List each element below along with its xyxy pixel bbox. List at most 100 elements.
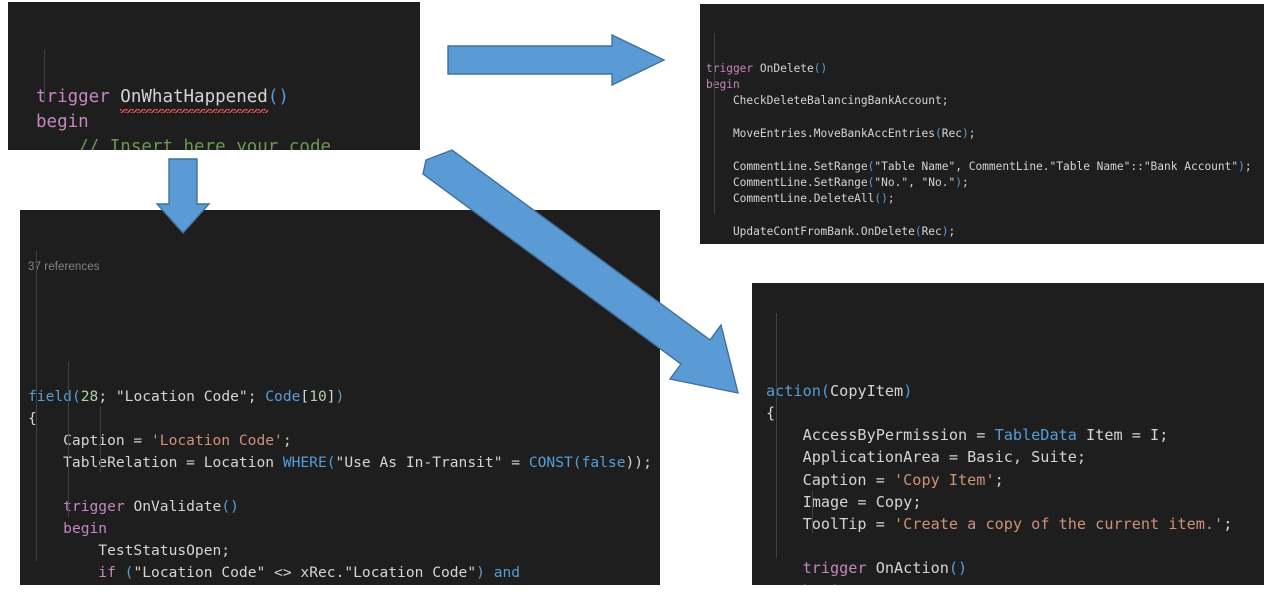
code-token: 'Location Code' <box>151 431 283 449</box>
code-line: CommentLine.DeleteAll(); <box>706 191 1264 207</box>
code-block-location-code: field(28; "Location Code"; Code[10]){ Ca… <box>28 386 660 585</box>
code-token: ) <box>335 387 345 405</box>
code-line: if ("Location Code" <> xRec."Location Co… <box>28 562 660 584</box>
code-token: MoveEntries.MoveBankAccEntries <box>706 127 936 141</box>
code-token: () <box>874 192 888 206</box>
code-token: ( <box>267 87 279 107</box>
code-line: (xRec."Sell-to Customer No." = "Sell-to … <box>28 585 660 586</box>
code-token: ( <box>572 453 582 471</box>
code-panel-trigger-ondelete[interactable]: trigger OnDelete() begin CheckDeleteBalan… <box>700 4 1264 244</box>
code-token: action <box>766 381 821 400</box>
code-line: action(CopyItem) <box>766 380 1264 402</box>
code-token: TestStatusOpen <box>28 542 222 560</box>
code-token: if <box>98 564 116 582</box>
code-token: ; <box>941 94 949 108</box>
code-token: WHERE <box>282 453 327 471</box>
code-token: false <box>581 453 626 471</box>
code-token: () <box>813 61 828 75</box>
indent-guide <box>812 491 813 533</box>
code-line: CheckDeleteBalancingBankAccount; <box>706 93 1264 109</box>
code-token: "No.", "No." <box>874 175 956 189</box>
code-line: begin <box>766 580 1264 585</box>
code-panel-trigger-onwhathappened[interactable]: trigger OnWhatHappened() begin // Insert … <box>8 2 420 150</box>
code-line: Caption = 'Copy Item'; <box>766 469 1264 491</box>
code-token: ; <box>948 224 956 238</box>
code-line: trigger OnValidate() <box>28 496 660 518</box>
code-token: ) <box>1238 159 1245 173</box>
code-token: "Use As In-Transit" = <box>335 453 529 471</box>
indent-guide <box>68 362 69 517</box>
code-token: trigger <box>802 559 876 578</box>
code-token: Rec <box>921 224 942 238</box>
code-token: ( <box>820 381 831 400</box>
indent-guide <box>36 251 37 561</box>
code-line: trigger OnWhatHappened() <box>8 85 420 113</box>
code-line: CommentLine.SetRange("Table Name", Comme… <box>706 159 1264 175</box>
code-line: begin <box>706 77 1264 93</box>
code-token: field <box>28 387 72 405</box>
code-line: Caption = 'Location Code'; <box>28 430 660 452</box>
code-token: ; <box>247 387 266 405</box>
code-line: // Insert here your code <box>8 135 420 150</box>
code-token: ; <box>994 470 1004 489</box>
code-token: Item = I <box>1076 426 1160 445</box>
code-line: { <box>766 402 1264 424</box>
code-token: 'Create a copy of the current item.' <box>894 515 1224 534</box>
code-token: ) <box>476 564 485 582</box>
arrow-diagonal-to-copyitem <box>422 149 739 394</box>
code-token: [ <box>300 387 310 405</box>
code-token: CopyItem <box>830 381 904 400</box>
code-token: ; <box>961 175 969 189</box>
code-line: CommentLine.SetRange("No.", "No."); <box>706 175 1264 191</box>
code-line: ApplicationArea = Basic, Suite; <box>766 446 1264 468</box>
code-token: CONST <box>528 453 573 471</box>
code-token: Code <box>265 387 301 405</box>
code-token: ) <box>278 87 289 107</box>
code-token: and <box>493 564 521 582</box>
code-block-ondelete: trigger OnDelete() begin CheckDeleteBalan… <box>706 61 1264 244</box>
code-token: ; <box>912 492 922 511</box>
code-token: ; <box>887 192 895 206</box>
code-token: 'Copy Item' <box>894 470 995 489</box>
code-token: Rec <box>941 127 962 141</box>
code-token: ) <box>903 381 913 400</box>
code-token: ; <box>221 542 231 560</box>
code-panel-action-copyitem[interactable]: action(CopyItem) { AccessByPermission = T… <box>752 283 1264 585</box>
slide-canvas: trigger OnWhatHappened() begin // Insert … <box>0 0 1264 593</box>
arrow-diagonal-shape <box>422 149 739 394</box>
code-token: ( <box>71 387 81 405</box>
code-line: { <box>28 408 660 430</box>
code-token: OnValidate <box>133 498 222 516</box>
code-token: 10 <box>309 387 327 405</box>
code-token: ) <box>955 175 962 189</box>
code-token: OnWhatHappened <box>120 85 268 113</box>
code-line: trigger OnDelete() <box>706 61 1264 77</box>
indent-guide <box>100 406 101 472</box>
code-token: TableData <box>994 426 1077 445</box>
arrow-down-to-location-code <box>155 158 211 235</box>
code-block-copyitem: action(CopyItem) { AccessByPermission = T… <box>766 380 1264 585</box>
code-token: "Table Name", CommentLine."Table Name"::… <box>874 159 1239 173</box>
code-token: ; <box>1223 515 1233 534</box>
code-line: TableRelation = Location WHERE("Use As I… <box>28 452 660 474</box>
code-token: () <box>221 498 239 516</box>
code-token: ) <box>941 224 949 238</box>
code-token: { <box>766 404 776 423</box>
code-token: 28 <box>80 387 99 405</box>
code-token: ; <box>98 387 116 405</box>
code-line: TestStatusOpen; <box>28 540 660 562</box>
code-line: begin <box>28 518 660 540</box>
code-token: // Insert here your code <box>78 137 332 150</box>
code-token: () <box>948 559 968 578</box>
code-token: trigger <box>63 498 134 516</box>
